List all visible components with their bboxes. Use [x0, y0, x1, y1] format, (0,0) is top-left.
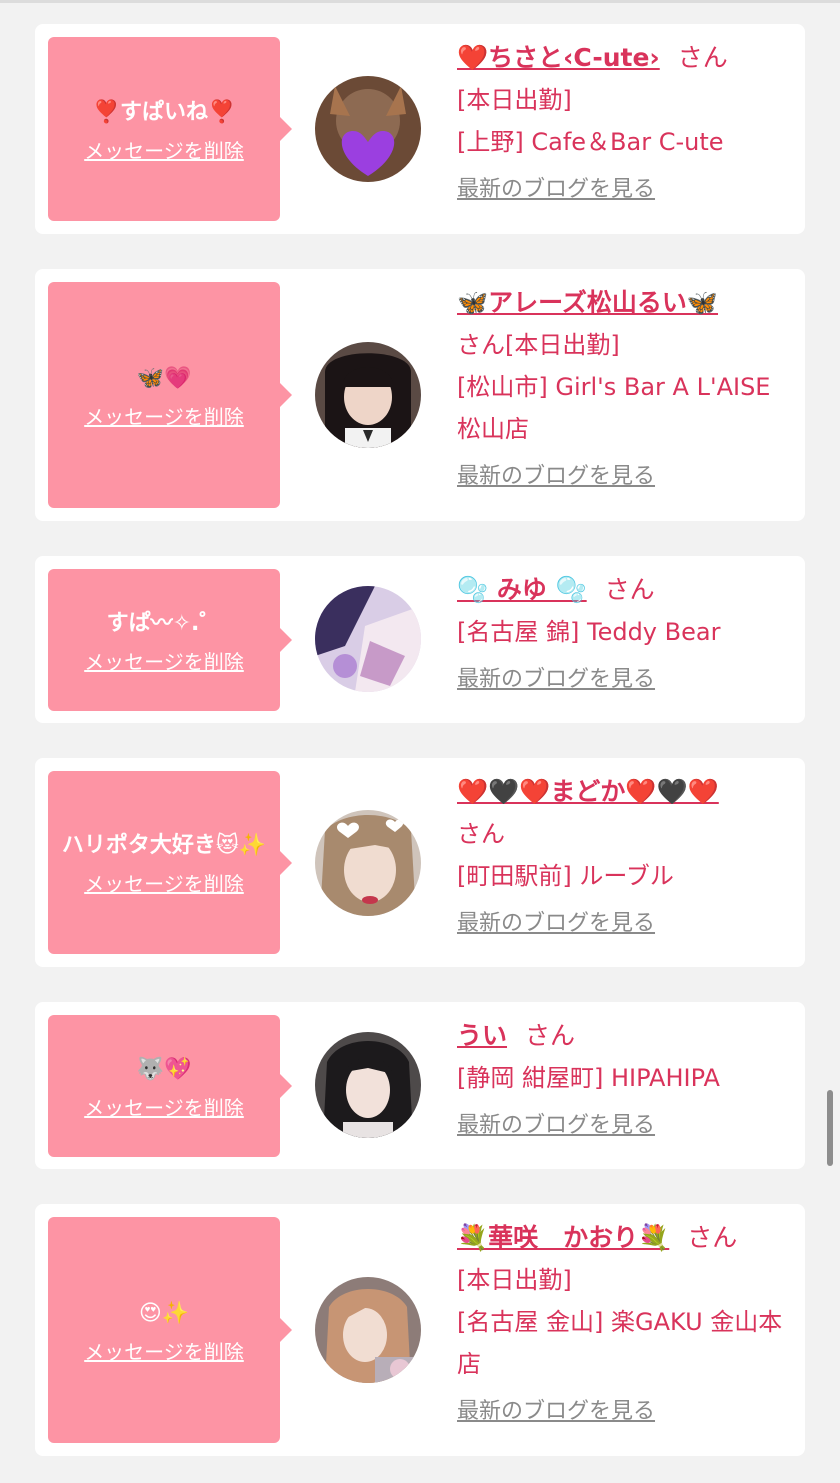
delete-message-link[interactable]: メッセージを削除 — [84, 135, 244, 164]
delete-message-link[interactable]: メッセージを削除 — [84, 1336, 244, 1365]
cast-info: 🦋アレーズ松山るい🦋 さん[本日出勤] [松山市] Girl's Bar A L… — [457, 282, 792, 494]
scrollbar[interactable] — [827, 1090, 833, 1166]
message-bubble: ハリポタ大好き😻✨ メッセージを削除 — [48, 771, 292, 954]
attendance-status: [本日出勤] — [505, 331, 620, 359]
honorific: さん — [525, 1021, 576, 1050]
message-card: すぱ〰︎✧.゜ メッセージを削除 🫧 みゆ 🫧 さん [名古屋 錦] Teddy … — [35, 556, 805, 723]
delete-message-link[interactable]: メッセージを削除 — [84, 401, 244, 430]
name-status-line: さん[本日出勤] — [457, 324, 792, 366]
honorific: さん — [687, 1223, 738, 1252]
message-bubble: 😍✨ メッセージを削除 — [48, 1217, 292, 1443]
message-text: ハリポタ大好き😻✨ — [61, 833, 267, 858]
cast-name-link[interactable]: ❤️🖤❤️まどか❤️🖤❤️ — [457, 777, 719, 806]
cast-name-line: ❤️🖤❤️まどか❤️🖤❤️ — [457, 771, 792, 813]
message-card: ハリポタ大好き😻✨ メッセージを削除 ❤️🖤❤️まどか❤️🖤❤️ さん [町田駅… — [35, 758, 805, 967]
top-divider — [0, 0, 840, 3]
message-text: すぱ〰︎✧.゜ — [106, 610, 222, 636]
avatar[interactable] — [315, 1277, 421, 1383]
avatar[interactable] — [315, 586, 421, 692]
shop-name: [名古屋 金山] 楽GAKU 金山本店 — [457, 1308, 783, 1378]
message-card: ❣️すぱいね❣️ メッセージを削除 ❤️ちさと‹C-ute› さん [本日出勤] … — [35, 24, 805, 234]
avatar[interactable] — [315, 1032, 421, 1138]
latest-blog-link[interactable]: 最新のブログを見る — [457, 663, 655, 697]
shop-name: [町田駅前] ルーブル — [457, 862, 674, 890]
delete-message-link[interactable]: メッセージを削除 — [84, 868, 244, 897]
message-bubble: ❣️すぱいね❣️ メッセージを削除 — [48, 37, 292, 221]
message-bubble: すぱ〰︎✧.゜ メッセージを削除 — [48, 569, 292, 711]
cast-name-line: ❤️ちさと‹C-ute› さん — [457, 37, 792, 79]
honorific: さん — [604, 575, 655, 604]
shop-name: [松山市] Girl's Bar A L'AISE 松山店 — [457, 373, 771, 443]
message-card: 🐺💖 メッセージを削除 うい さん [静岡 紺屋町] HIPAHIPA 最新のブロ… — [35, 1002, 805, 1169]
cast-name-link[interactable]: ❤️ちさと‹C-ute› — [457, 43, 660, 72]
cast-name-link[interactable]: 🦋アレーズ松山るい🦋 — [457, 288, 718, 317]
cast-info: 🫧 みゆ 🫧 さん [名古屋 錦] Teddy Bear 最新のブログを見る — [457, 569, 792, 697]
cast-name-line: 💐華咲 かおり💐 さん — [457, 1217, 792, 1259]
honorific: さん — [677, 43, 728, 72]
attendance-status: [本日出勤] — [457, 86, 572, 114]
latest-blog-link[interactable]: 最新のブログを見る — [457, 173, 655, 207]
avatar[interactable] — [315, 342, 421, 448]
shop-name: [名古屋 錦] Teddy Bear — [457, 618, 721, 646]
cast-info: ❤️🖤❤️まどか❤️🖤❤️ さん [町田駅前] ルーブル 最新のブログを見る — [457, 771, 792, 941]
cast-info: ❤️ちさと‹C-ute› さん [本日出勤] [上野] Cafe＆Bar C-ut… — [457, 37, 792, 207]
message-bubble: 🦋💗 メッセージを削除 — [48, 282, 292, 508]
latest-blog-link[interactable]: 最新のブログを見る — [457, 907, 655, 941]
delete-message-link[interactable]: メッセージを削除 — [84, 646, 244, 675]
cast-name-line: うい さん — [457, 1015, 792, 1057]
message-bubble: 🐺💖 メッセージを削除 — [48, 1015, 292, 1157]
honorific: さん — [457, 331, 505, 359]
cast-name-link[interactable]: 💐華咲 かおり💐 — [457, 1223, 669, 1252]
latest-blog-link[interactable]: 最新のブログを見る — [457, 1395, 655, 1429]
message-text: 🦋💗 — [136, 365, 192, 391]
latest-blog-link[interactable]: 最新のブログを見る — [457, 460, 655, 494]
message-text: ❣️すぱいね❣️ — [92, 99, 236, 125]
delete-message-link[interactable]: メッセージを削除 — [84, 1092, 244, 1121]
message-card: 😍✨ メッセージを削除 💐華咲 かおり💐 さん [本日出勤] [名古屋 金山] 楽… — [35, 1204, 805, 1456]
cast-info: うい さん [静岡 紺屋町] HIPAHIPA 最新のブログを見る — [457, 1015, 792, 1143]
cast-name-link[interactable]: 🫧 みゆ 🫧 — [457, 575, 587, 604]
cast-name-line: 🦋アレーズ松山るい🦋 — [457, 282, 792, 324]
cast-info: 💐華咲 かおり💐 さん [本日出勤] [名古屋 金山] 楽GAKU 金山本店 最新… — [457, 1217, 792, 1429]
attendance-status: [本日出勤] — [457, 1266, 572, 1294]
message-text: 😍✨ — [138, 1300, 190, 1326]
honorific: さん — [457, 820, 505, 848]
cast-name-link[interactable]: うい — [457, 1021, 507, 1050]
shop-name: [上野] Cafe＆Bar C-ute — [457, 128, 724, 156]
cast-name-line: 🫧 みゆ 🫧 さん — [457, 569, 792, 611]
latest-blog-link[interactable]: 最新のブログを見る — [457, 1109, 655, 1143]
message-text: 🐺💖 — [136, 1056, 192, 1082]
avatar[interactable] — [315, 810, 421, 916]
avatar[interactable] — [315, 76, 421, 182]
message-card: 🦋💗 メッセージを削除 🦋アレーズ松山るい🦋 さん[本日出勤] [松山市] Gi… — [35, 269, 805, 521]
shop-name: [静岡 紺屋町] HIPAHIPA — [457, 1064, 720, 1092]
